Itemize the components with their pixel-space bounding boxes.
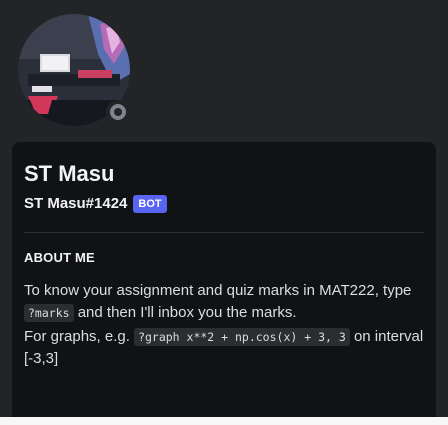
about-me-text: To know your assignment and quiz marks i… <box>24 280 424 370</box>
username-row: ST Masu#1424 BOT <box>24 194 167 214</box>
display-name[interactable]: ST Masu <box>24 160 114 188</box>
about-line1-pre: To know your assignment and quiz marks i… <box>24 282 412 299</box>
about-line2-pre: For graphs, e.g. <box>24 328 135 345</box>
about-me-title: ABOUT ME <box>24 250 95 265</box>
offline-status-icon <box>110 104 126 120</box>
status-indicator <box>106 100 130 124</box>
username[interactable]: ST Masu#1424 <box>24 194 127 214</box>
about-paragraph-2: For graphs, e.g. ?graph x**2 + np.cos(x)… <box>24 326 424 370</box>
bot-badge: BOT <box>133 195 167 213</box>
avatar-container[interactable] <box>12 8 136 132</box>
bottom-edge <box>0 417 448 425</box>
divider <box>24 232 424 233</box>
about-paragraph-1: To know your assignment and quiz marks i… <box>24 280 424 324</box>
profile-popout: ST Masu ST Masu#1424 BOT ABOUT ME To kno… <box>0 0 448 425</box>
profile-card: ST Masu ST Masu#1424 BOT ABOUT ME To kno… <box>12 142 436 425</box>
graph-command-code: ?graph x**2 + np.cos(x) + 3, 3 <box>134 328 350 346</box>
marks-command-code: ?marks <box>24 304 74 322</box>
about-line1-post: and then I'll inbox you the marks. <box>73 304 297 321</box>
